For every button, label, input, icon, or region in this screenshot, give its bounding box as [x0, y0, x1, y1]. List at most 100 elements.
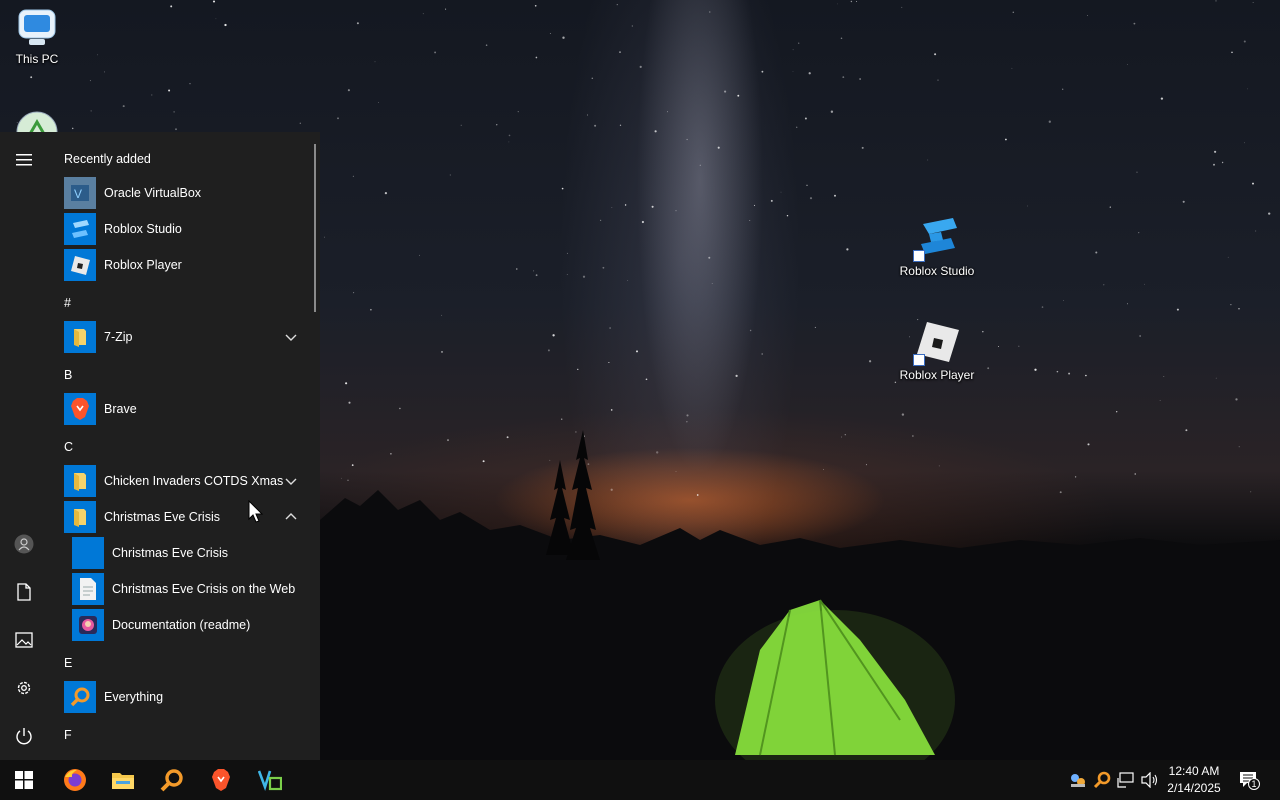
taskbar-virtualbox-button[interactable] — [246, 760, 294, 800]
star — [696, 494, 699, 496]
network-share-icon — [1071, 774, 1085, 787]
star — [1103, 284, 1105, 286]
star — [651, 205, 654, 208]
star — [639, 65, 642, 68]
star — [1182, 200, 1185, 203]
app-item-oracle-virtualbox[interactable]: V Oracle VirtualBox — [64, 176, 304, 210]
roblox-studio-icon — [64, 213, 96, 245]
star — [809, 197, 813, 200]
star — [482, 460, 485, 463]
action-center-button[interactable]: 1 — [1238, 770, 1260, 790]
star — [611, 206, 613, 208]
desktop-icon-label: Roblox Player — [899, 368, 975, 382]
star — [770, 199, 773, 202]
star — [89, 80, 91, 82]
star — [786, 214, 789, 217]
star — [737, 94, 740, 97]
star — [1011, 67, 1013, 69]
app-item-documentation-readme[interactable]: Documentation (readme) — [72, 608, 312, 642]
star — [1068, 372, 1071, 375]
brave-icon — [64, 393, 96, 425]
pictures-button[interactable] — [0, 620, 48, 660]
star — [1133, 22, 1136, 25]
app-folder-christmas-eve-crisis[interactable]: Christmas Eve Crisis — [64, 500, 304, 534]
star — [711, 283, 713, 285]
star — [619, 51, 621, 53]
star — [1252, 182, 1254, 185]
tray-volume-button[interactable] — [1140, 770, 1160, 790]
star — [806, 184, 808, 186]
star — [1215, 377, 1217, 379]
star — [937, 79, 939, 81]
section-header-f[interactable]: F — [64, 728, 72, 742]
star — [901, 6, 903, 8]
notification-count-badge: 1 — [1248, 778, 1260, 790]
section-header-hash[interactable]: # — [64, 296, 71, 310]
star — [901, 413, 905, 416]
app-item-brave[interactable]: Brave — [64, 392, 304, 426]
section-header-c[interactable]: C — [64, 440, 73, 454]
star — [856, 1, 857, 2]
app-label: Brave — [104, 402, 137, 416]
section-header-recently-added[interactable]: Recently added — [64, 152, 151, 166]
gear-icon — [17, 681, 31, 695]
chevron-down-icon — [285, 478, 297, 485]
star — [792, 49, 794, 51]
section-header-b[interactable]: B — [64, 368, 72, 382]
roblox-player-icon — [64, 249, 96, 281]
app-item-everything[interactable]: Everything — [64, 680, 304, 714]
tray-network-share-button[interactable] — [1068, 770, 1088, 790]
taskbar-clock[interactable]: 12:40 AM 2/14/2025 — [1160, 763, 1228, 797]
expand-menu-button[interactable] — [0, 140, 48, 180]
app-item-roblox-studio[interactable]: Roblox Studio — [64, 212, 304, 246]
star — [753, 204, 756, 206]
star — [97, 54, 99, 56]
star — [717, 146, 720, 149]
app-list-scrollbar[interactable] — [314, 144, 316, 312]
desktop-icon-recycle-bin[interactable] — [0, 110, 78, 134]
star — [624, 204, 627, 206]
star — [575, 431, 577, 433]
user-account-button[interactable] — [0, 524, 48, 564]
star — [780, 191, 782, 193]
taskbar-firefox-button[interactable] — [51, 760, 99, 800]
app-item-christmas-eve-crisis-web[interactable]: Christmas Eve Crisis on the Web — [72, 572, 312, 606]
star — [1252, 2, 1254, 3]
tray-network-button[interactable] — [1116, 770, 1136, 790]
star — [654, 130, 657, 133]
star — [1085, 374, 1087, 377]
start-menu-rail — [0, 132, 48, 760]
app-folder-chicken-invaders[interactable]: Chicken Invaders COTDS Xmas — [64, 464, 304, 498]
star — [865, 464, 867, 466]
desktop-icon-roblox-studio[interactable]: Roblox Studio — [896, 214, 978, 279]
star — [399, 407, 401, 410]
all-apps-list[interactable]: Recently added V Oracle VirtualBox Roblo… — [48, 132, 320, 760]
star — [547, 349, 550, 352]
desktop-icon-this-pc[interactable]: This PC — [0, 6, 78, 67]
taskbar-brave-button[interactable] — [197, 760, 245, 800]
star — [30, 76, 33, 79]
star — [609, 327, 611, 329]
star — [842, 76, 845, 79]
star — [506, 436, 509, 439]
app-item-roblox-player[interactable]: Roblox Player — [64, 248, 304, 282]
start-button[interactable] — [0, 760, 48, 800]
taskbar-everything-button[interactable] — [148, 760, 196, 800]
app-label: Christmas Eve Crisis — [104, 510, 220, 524]
tray-everything-button[interactable] — [1092, 770, 1112, 790]
star — [656, 451, 659, 454]
settings-button[interactable] — [0, 668, 48, 708]
star — [122, 105, 125, 108]
app-folder-7-zip[interactable]: 7-Zip — [64, 320, 304, 354]
star — [1268, 212, 1271, 215]
section-header-e[interactable]: E — [64, 656, 72, 670]
taskbar-file-explorer-button[interactable] — [99, 760, 147, 800]
documents-button[interactable] — [0, 572, 48, 612]
star — [1018, 345, 1020, 347]
folder-open-icon — [64, 501, 96, 533]
app-item-christmas-eve-crisis[interactable]: Christmas Eve Crisis — [72, 536, 312, 570]
star — [1012, 11, 1015, 14]
power-button[interactable] — [0, 716, 48, 756]
desktop-icon-roblox-player[interactable]: Roblox Player — [896, 318, 978, 383]
star — [1063, 300, 1064, 301]
